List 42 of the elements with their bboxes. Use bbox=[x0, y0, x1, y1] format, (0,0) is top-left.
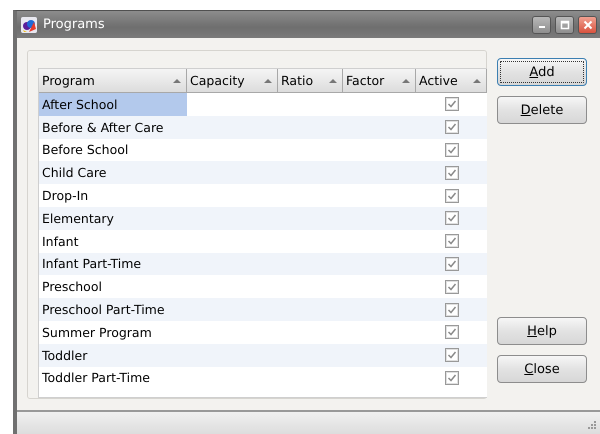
window-title: Programs bbox=[43, 17, 106, 32]
checkbox[interactable] bbox=[444, 166, 458, 180]
minimize-icon bbox=[538, 26, 544, 28]
checkbox[interactable] bbox=[444, 188, 458, 203]
table-cell[interactable]: Toddler Part-Time bbox=[39, 366, 187, 390]
checkbox[interactable] bbox=[444, 142, 458, 157]
dialog-button[interactable]: Close bbox=[497, 355, 587, 383]
table-cell[interactable]: Preschool bbox=[39, 275, 187, 298]
checkbox[interactable] bbox=[444, 120, 458, 134]
maximize-icon bbox=[560, 20, 570, 30]
maximize-button[interactable] bbox=[555, 16, 574, 34]
column-header[interactable]: Program bbox=[39, 69, 187, 92]
dialog-button[interactable]: Add bbox=[497, 58, 587, 86]
dialog-button[interactable]: Help bbox=[497, 317, 587, 345]
dialog-button[interactable]: Delete bbox=[497, 96, 587, 124]
sort-arrow-icon bbox=[263, 76, 273, 84]
column-header[interactable]: Ratio bbox=[278, 69, 343, 92]
close-button[interactable] bbox=[578, 16, 597, 34]
minimize-button[interactable] bbox=[532, 16, 551, 34]
sort-arrow-icon bbox=[328, 76, 338, 84]
close-icon bbox=[582, 20, 592, 30]
app-logo-icon bbox=[21, 16, 37, 32]
sort-arrow-icon bbox=[401, 76, 411, 84]
table-cell[interactable]: Before School bbox=[39, 138, 187, 162]
column-header[interactable]: Active bbox=[416, 69, 487, 92]
table-cell[interactable]: Drop-In bbox=[39, 184, 187, 207]
checkbox[interactable] bbox=[444, 325, 458, 340]
checkbox[interactable] bbox=[444, 211, 458, 226]
sort-arrow-icon bbox=[172, 76, 182, 84]
checkbox[interactable] bbox=[444, 97, 458, 112]
checkbox[interactable] bbox=[444, 234, 458, 248]
checkbox[interactable] bbox=[444, 302, 458, 317]
checkbox[interactable] bbox=[444, 280, 458, 294]
table-cell[interactable]: Summer Program bbox=[39, 320, 187, 344]
column-header[interactable]: Factor bbox=[343, 69, 416, 92]
checkbox[interactable] bbox=[444, 256, 458, 271]
checkbox[interactable] bbox=[444, 348, 458, 362]
table-cell[interactable]: Infant bbox=[39, 230, 187, 253]
sort-arrow-icon bbox=[472, 76, 482, 84]
column-header[interactable]: Capacity bbox=[187, 69, 278, 92]
checkbox[interactable] bbox=[444, 370, 458, 385]
table-cell[interactable]: After School bbox=[39, 93, 187, 116]
